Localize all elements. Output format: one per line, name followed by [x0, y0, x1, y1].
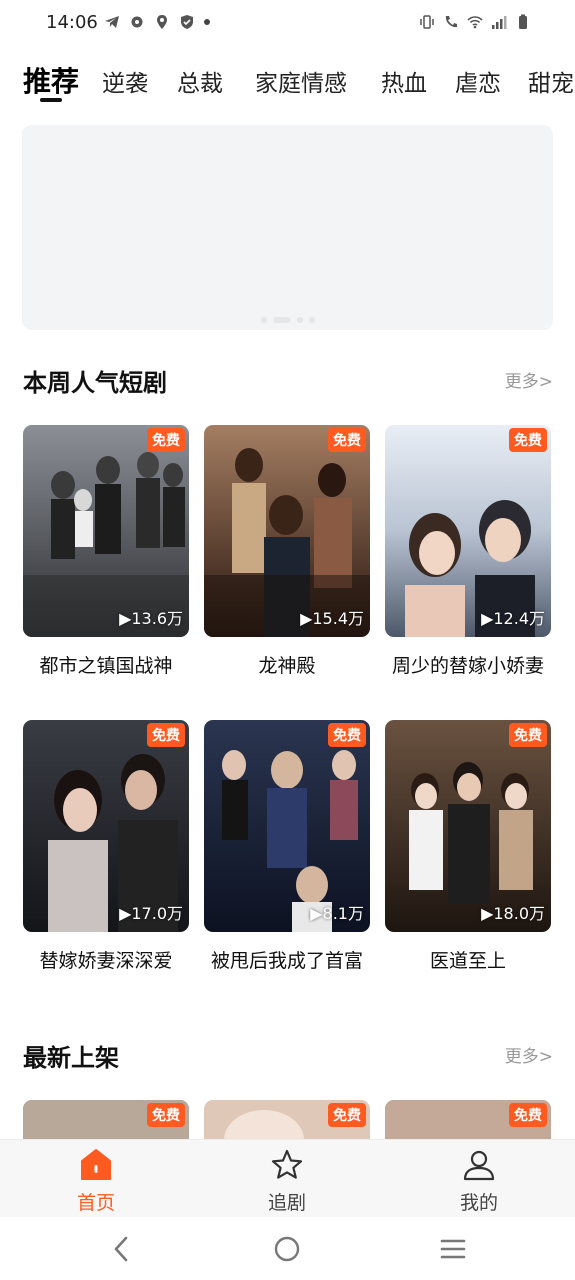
free-badge: 免费	[147, 1103, 185, 1127]
signal-icon	[492, 16, 507, 29]
location-icon	[157, 15, 167, 29]
drama-card[interactable]: 免费 ▶15.4万 龙神殿	[204, 425, 370, 681]
carousel-dots	[22, 317, 553, 323]
back-icon[interactable]	[110, 1235, 134, 1263]
free-badge: 免费	[147, 428, 185, 452]
drama-poster[interactable]: 免费 ▶18.0万	[385, 720, 551, 932]
shield-icon	[181, 15, 193, 29]
drama-card[interactable]: 免费 ▶17.0万 替嫁娇妻深深爱	[23, 720, 189, 976]
home-circle-icon[interactable]	[273, 1235, 301, 1263]
tab-family[interactable]: 家庭情感	[255, 64, 347, 98]
gear-icon	[131, 16, 143, 28]
carousel-dot	[308, 317, 315, 323]
drama-title[interactable]: 周少的替嫁小娇妻	[385, 651, 551, 681]
nav-profile-label: 我的	[459, 1192, 498, 1214]
view-count: ▶13.6万	[119, 609, 183, 628]
battery-icon	[519, 14, 527, 29]
wifi-icon	[467, 16, 483, 29]
tab-passion[interactable]: 热血	[381, 64, 427, 98]
status-right-icons	[419, 13, 531, 31]
bottom-nav: 首页 追剧 我的	[0, 1139, 575, 1217]
tab-indicator	[40, 98, 62, 102]
view-count: ▶18.0万	[481, 904, 545, 923]
view-count: ▶12.4万	[481, 609, 545, 628]
menu-icon[interactable]	[439, 1235, 467, 1263]
home-icon	[81, 1149, 111, 1180]
user-icon	[463, 1150, 495, 1181]
star-icon	[271, 1149, 303, 1179]
banner-carousel[interactable]	[22, 125, 553, 330]
tab-comeback[interactable]: 逆袭	[102, 64, 148, 98]
carousel-dot	[260, 317, 267, 323]
drama-poster[interactable]: 免费 ▶8.1万	[204, 720, 370, 932]
vibrate-icon	[420, 15, 434, 29]
status-time: 14:06	[46, 12, 98, 33]
section-title-weekly: 本周人气短剧	[23, 369, 167, 397]
wifi-call-icon	[445, 16, 457, 28]
category-tabs: 推荐 逆袭 总裁 家庭情感 热血 虐恋 甜宠	[0, 56, 575, 108]
drama-title[interactable]: 替嫁娇妻深深爱	[23, 946, 189, 976]
drama-title[interactable]: 医道至上	[385, 946, 551, 976]
drama-poster[interactable]: 免费 ▶17.0万	[23, 720, 189, 932]
drama-poster[interactable]: 免费 ▶15.4万	[204, 425, 370, 637]
free-badge: 免费	[328, 723, 366, 747]
carousel-dot	[296, 317, 303, 323]
status-bar: 14:06	[0, 0, 575, 46]
section-title-latest: 最新上架	[23, 1044, 119, 1072]
tab-sweet[interactable]: 甜宠	[528, 64, 574, 98]
tab-sad-love[interactable]: 虐恋	[455, 64, 501, 98]
free-badge: 免费	[328, 1103, 366, 1127]
nav-home[interactable]: 首页	[36, 1148, 156, 1215]
carousel-dot-active	[272, 317, 291, 323]
free-badge: 免费	[328, 428, 366, 452]
drama-title[interactable]: 龙神殿	[204, 651, 370, 681]
drama-card[interactable]: 免费 ▶8.1万 被甩后我成了首富	[204, 720, 370, 976]
drama-title[interactable]: 都市之镇国战神	[23, 651, 189, 681]
drama-card[interactable]: 免费 ▶18.0万 医道至上	[385, 720, 551, 976]
free-badge: 免费	[509, 1103, 547, 1127]
drama-poster[interactable]: 免费 ▶12.4万	[385, 425, 551, 637]
notification-dot-icon	[204, 19, 210, 25]
drama-poster[interactable]: 免费 ▶13.6万	[23, 425, 189, 637]
drama-card[interactable]: 免费 ▶13.6万 都市之镇国战神	[23, 425, 189, 681]
system-nav-bar	[0, 1217, 575, 1280]
more-link-latest[interactable]: 更多>	[505, 1042, 553, 1067]
view-count: ▶17.0万	[119, 904, 183, 923]
tab-ceo[interactable]: 总裁	[177, 64, 223, 98]
view-count: ▶15.4万	[300, 609, 364, 628]
tab-recommend[interactable]: 推荐	[23, 60, 79, 100]
free-badge: 免费	[147, 723, 185, 747]
drama-title[interactable]: 被甩后我成了首富	[204, 946, 370, 976]
status-left-icons	[104, 13, 210, 31]
nav-follow-label: 追剧	[267, 1192, 306, 1214]
free-badge: 免费	[509, 723, 547, 747]
telegram-icon	[105, 16, 119, 28]
more-link-weekly[interactable]: 更多>	[505, 367, 553, 392]
nav-profile[interactable]: 我的	[419, 1148, 539, 1215]
free-badge: 免费	[509, 428, 547, 452]
nav-home-label: 首页	[76, 1192, 115, 1214]
view-count: ▶8.1万	[310, 904, 364, 923]
nav-follow[interactable]: 追剧	[227, 1148, 347, 1215]
drama-card[interactable]: 免费 ▶12.4万 周少的替嫁小娇妻	[385, 425, 551, 681]
